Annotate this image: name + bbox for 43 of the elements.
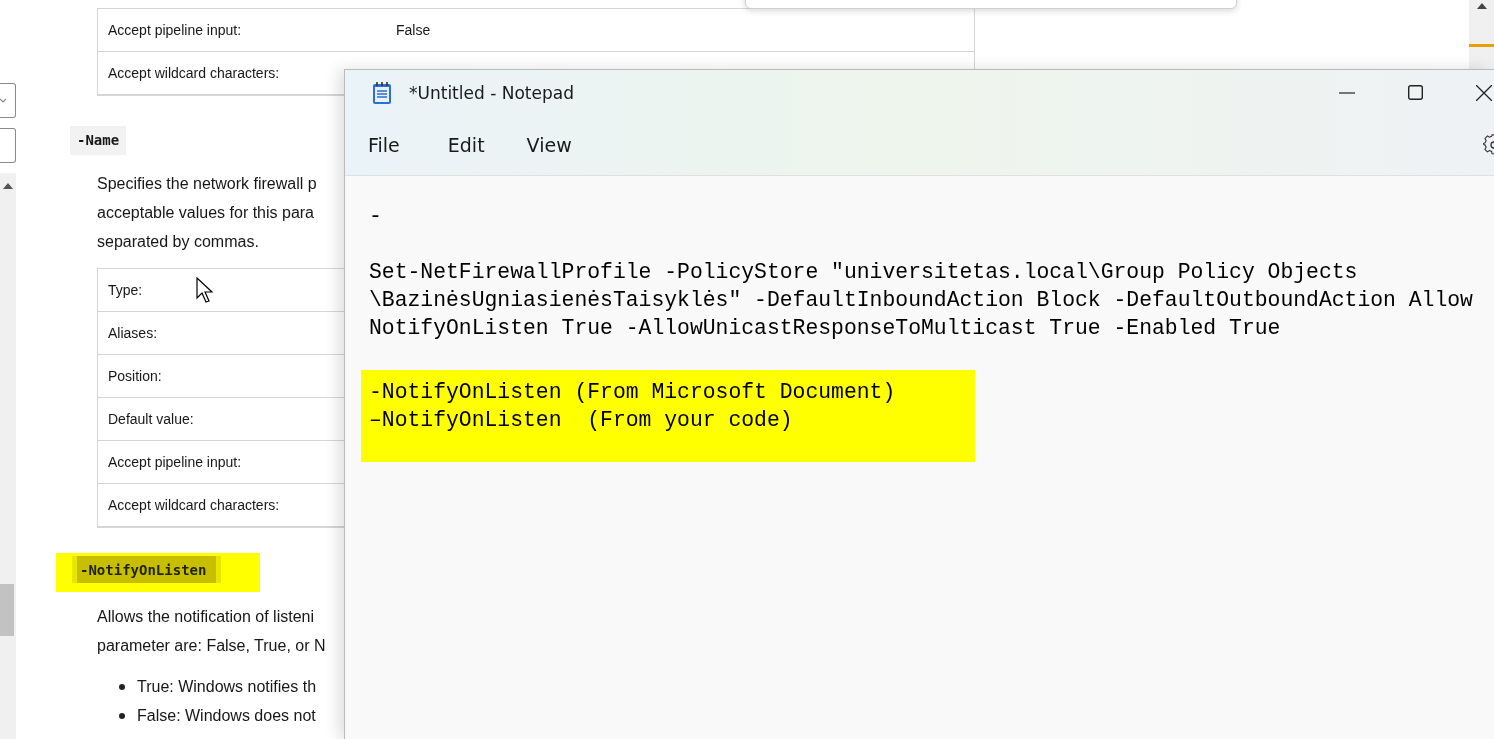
scroll-up-icon[interactable] <box>3 183 13 189</box>
row-value: False <box>396 22 431 38</box>
description-text: parameter are: False, True, or N <box>97 636 326 656</box>
description-text: acceptable values for this para <box>97 203 314 223</box>
row-label: Accept pipeline input: <box>108 454 242 470</box>
scrollbar[interactable] <box>0 173 16 739</box>
row-label: Position: <box>108 368 162 384</box>
bullet-icon <box>119 712 125 719</box>
bullet-text: False: Windows does not <box>137 706 316 726</box>
row-label: Type: <box>108 282 143 298</box>
description-text: separated by commas. <box>97 232 259 252</box>
code-line: - <box>369 203 383 230</box>
bullet-icon <box>119 683 125 690</box>
maximize-icon <box>1408 85 1423 100</box>
dropdown-field[interactable] <box>0 83 16 118</box>
scrollbar[interactable] <box>1469 0 1494 69</box>
code-line: -NotifyOnListen (From Microsoft Document) <box>369 379 897 406</box>
row-label: Accept wildcard characters: <box>108 65 280 81</box>
row-label: Accept wildcard characters: <box>108 497 280 513</box>
bullet-text: True: Windows notifies th <box>137 677 317 697</box>
notepad-icon <box>372 80 392 105</box>
close-icon <box>1476 84 1492 101</box>
chevron-icon <box>0 96 6 105</box>
scroll-up-icon[interactable] <box>1476 3 1487 9</box>
code-line: –NotifyOnListen (From your code) <box>369 407 794 434</box>
code-line: NotifyOnListen True -AllowUnicastResponseToMulticast True -Enabled True <box>369 315 1282 342</box>
window-title: *Untitled - Notepad <box>409 82 574 103</box>
minimize-icon <box>1338 91 1355 94</box>
menu-item[interactable]: Edit <box>438 128 494 162</box>
description-text: Specifies the network firewall p <box>97 174 317 194</box>
description-text: Allows the notification of listeni <box>97 607 314 627</box>
parameter-name: -Name <box>70 126 127 155</box>
scroll-marker <box>1469 44 1494 47</box>
row-label: Accept pipeline input: <box>108 22 242 38</box>
input-field[interactable] <box>0 128 16 163</box>
scrollbar-thumb[interactable] <box>0 584 14 636</box>
code-line: \BazinėsUgniasienėsTaisyklės" -DefaultInboundAction Block -DefaultOutboundAction Allow <box>369 287 1474 314</box>
mouse-pointer-icon <box>196 277 216 303</box>
menu-item[interactable]: File <box>359 128 409 162</box>
row-label: Aliases: <box>108 325 158 341</box>
code-line: Set-NetFirewallProfile -PolicyStore "universitetas.local\Group Policy Objects <box>369 259 1359 286</box>
menu-item[interactable]: View <box>517 128 581 162</box>
row-label: Default value: <box>108 411 194 427</box>
